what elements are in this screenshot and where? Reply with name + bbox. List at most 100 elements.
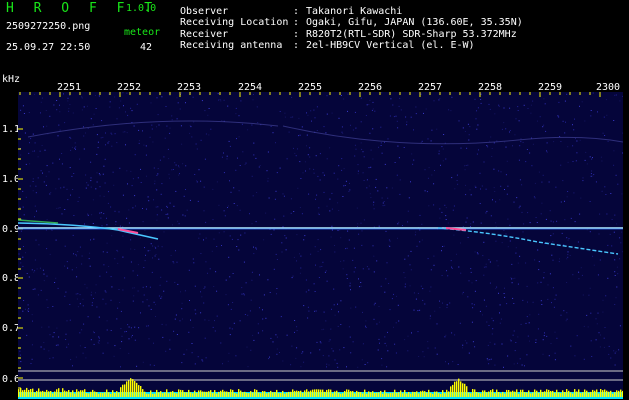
noise-speck: [162, 336, 164, 338]
noise-speck: [267, 177, 269, 179]
noise-speck: [555, 294, 557, 296]
noise-speck: [125, 331, 127, 332]
power-bar: [596, 389, 598, 397]
noise-speck: [202, 360, 204, 362]
noise-speck: [372, 101, 374, 103]
noise-speck: [614, 259, 616, 261]
noise-speck: [582, 294, 584, 296]
info-value-location: Ogaki, Gifu, JAPAN (136.60E, 35.35N): [306, 17, 523, 28]
noise-speck: [515, 118, 517, 120]
noise-speck: [189, 300, 190, 301]
power-bar: [122, 384, 124, 397]
noise-speck: [130, 107, 132, 109]
noise-speck: [460, 147, 462, 149]
noise-speck: [123, 105, 124, 107]
noise-speck: [46, 165, 48, 167]
noise-speck: [489, 341, 491, 343]
noise-speck: [64, 295, 66, 297]
noise-speck: [243, 261, 245, 263]
noise-speck: [586, 163, 588, 165]
noise-speck: [555, 186, 557, 188]
noise-speck: [407, 210, 409, 212]
noise-speck: [347, 93, 349, 95]
noise-speck: [374, 110, 376, 112]
power-bar: [40, 391, 42, 397]
noise-speck: [255, 247, 257, 249]
noise-speck: [535, 342, 537, 343]
noise-speck: [521, 364, 523, 366]
noise-speck: [369, 132, 371, 134]
noise-speck: [216, 246, 218, 247]
noise-speck: [326, 280, 328, 282]
noise-speck: [214, 330, 216, 332]
noise-speck: [42, 172, 43, 174]
noise-speck: [48, 326, 50, 328]
noise-speck: [464, 165, 465, 167]
power-bar: [608, 391, 610, 397]
noise-speck: [326, 366, 327, 368]
noise-speck: [461, 293, 463, 295]
noise-speck: [317, 250, 319, 252]
noise-speck: [241, 123, 243, 125]
power-bar: [476, 392, 478, 397]
noise-speck: [52, 336, 54, 338]
noise-speck: [95, 108, 97, 109]
noise-speck: [40, 101, 42, 103]
power-bar: [242, 392, 244, 397]
noise-speck: [90, 180, 92, 182]
noise-speck: [31, 358, 33, 360]
noise-speck: [554, 331, 556, 333]
noise-speck: [488, 325, 490, 326]
noise-speck: [45, 229, 47, 231]
noise-speck: [203, 288, 205, 289]
power-bar: [508, 390, 510, 397]
noise-speck: [608, 353, 610, 355]
noise-speck: [443, 134, 445, 135]
noise-speck: [231, 328, 233, 330]
noise-speck: [99, 275, 101, 277]
noise-speck: [229, 180, 230, 182]
power-bar: [162, 393, 164, 397]
noise-speck: [562, 120, 564, 122]
noise-speck: [452, 209, 454, 211]
noise-speck: [154, 255, 156, 257]
noise-speck: [407, 255, 409, 257]
noise-speck: [142, 208, 143, 209]
noise-speck: [52, 306, 54, 307]
noise-speck: [561, 232, 563, 234]
noise-speck: [404, 283, 406, 285]
noise-speck: [564, 100, 566, 102]
power-bar: [522, 389, 524, 397]
noise-speck: [275, 190, 277, 192]
noise-speck: [477, 253, 479, 255]
power-bar: [110, 393, 112, 397]
noise-speck: [225, 279, 227, 281]
power-bar: [280, 392, 282, 397]
noise-speck: [385, 230, 387, 232]
noise-speck: [153, 199, 154, 201]
power-bar: [284, 393, 286, 397]
noise-speck: [472, 221, 474, 223]
noise-speck: [122, 131, 124, 133]
noise-speck: [151, 271, 153, 273]
noise-speck: [600, 156, 602, 158]
noise-speck: [590, 340, 592, 342]
noise-speck: [495, 201, 497, 203]
noise-speck: [384, 336, 386, 338]
noise-speck: [462, 291, 464, 293]
noise-speck: [83, 126, 84, 128]
noise-speck: [106, 320, 108, 322]
power-bar: [272, 392, 274, 397]
noise-speck: [250, 299, 252, 301]
noise-speck: [616, 286, 618, 288]
noise-speck: [59, 207, 61, 209]
noise-speck: [144, 229, 146, 231]
noise-speck: [137, 290, 139, 292]
noise-speck: [81, 109, 83, 111]
noise-speck: [232, 273, 234, 274]
noise-speck: [126, 92, 128, 94]
noise-speck: [49, 115, 51, 117]
noise-speck: [540, 213, 542, 215]
noise-speck: [567, 191, 569, 192]
noise-speck: [126, 132, 128, 134]
